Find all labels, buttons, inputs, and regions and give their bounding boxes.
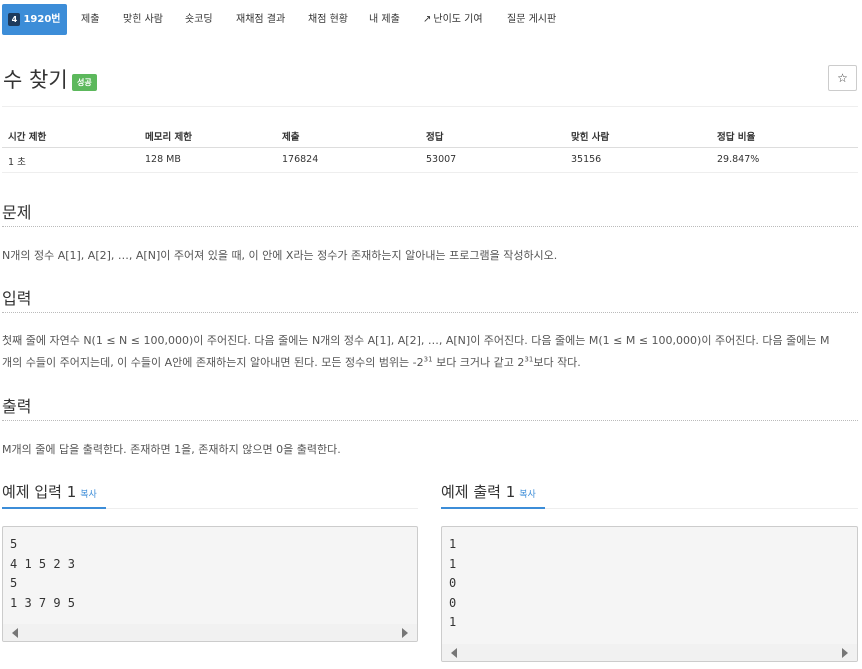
tab-rejudge-result[interactable]: 재채점 결과 bbox=[236, 4, 285, 35]
header-accepted: 정답 bbox=[426, 132, 444, 143]
tab-my-submissions[interactable]: 내 제출 bbox=[369, 4, 400, 35]
copy-sample-output-button[interactable]: 복사 bbox=[519, 490, 536, 500]
sample-input-heading: 예제 입력 1 복사 bbox=[2, 481, 97, 502]
tab-problem-label: 1920번 bbox=[23, 14, 61, 25]
problem-heading-divider bbox=[2, 226, 858, 227]
input-heading-divider bbox=[2, 312, 858, 313]
sample-output-title: 예제 출력 1 bbox=[441, 483, 516, 501]
header-submissions: 제출 bbox=[282, 132, 300, 143]
sample-input-underline bbox=[2, 507, 106, 509]
star-icon: ☆ bbox=[837, 71, 848, 85]
info-table-row: 1 초 128 MB 176824 53007 35156 29.847% bbox=[2, 149, 858, 173]
tab-short-coding[interactable]: 숏코딩 bbox=[185, 4, 213, 35]
header-solved-users: 맞힌 사람 bbox=[571, 132, 610, 143]
sample-input-line: 1 3 7 9 5 bbox=[10, 595, 76, 610]
sample-output-line: 0 bbox=[449, 595, 457, 610]
copy-sample-input-button[interactable]: 복사 bbox=[80, 490, 97, 500]
tab-question-board-label: 질문 게시판 bbox=[507, 14, 557, 25]
sample-input-title: 예제 입력 1 bbox=[2, 483, 77, 501]
sample-input-line: 5 bbox=[10, 537, 18, 551]
input-description-line2a: 개의 수들이 주어지는데, 이 수들이 A안에 존재하는지 알아내면 된다. 모… bbox=[2, 356, 424, 369]
tab-difficulty-contribution-label: 난이도 기여 bbox=[433, 14, 483, 25]
title-divider bbox=[2, 106, 858, 107]
output-description: M개의 줄에 답을 출력한다. 존재하면 1을, 존재하지 않으면 0을 출력한… bbox=[2, 443, 341, 456]
sample-output-line: 0 bbox=[449, 576, 457, 590]
tab-problem[interactable]: 4 1920번 bbox=[2, 4, 67, 35]
tab-my-submissions-label: 내 제출 bbox=[369, 14, 400, 25]
sample-input-box[interactable]: 5 4 1 5 2 3 5 1 3 7 9 5 bbox=[2, 526, 418, 642]
sample-input-content: 5 4 1 5 2 3 5 1 3 7 9 5 bbox=[10, 535, 75, 613]
output-heading-divider bbox=[2, 420, 858, 421]
tab-submit-label: 제출 bbox=[81, 14, 100, 25]
sample-input-scrollbar[interactable] bbox=[3, 624, 417, 641]
input-description: 첫째 줄에 자연수 N(1 ≤ N ≤ 100,000)이 주어진다. 다음 줄… bbox=[2, 330, 858, 374]
sample-input-line: 5 bbox=[10, 576, 18, 590]
scroll-left-arrow-icon[interactable] bbox=[451, 648, 457, 658]
sample-output-line: 1 bbox=[449, 556, 457, 571]
problem-tabs: 4 1920번 제출 맞힌 사람 숏코딩 재채점 결과 채점 현황 내 제출 ↗ 난… bbox=[0, 0, 862, 36]
tier-badge: 4 bbox=[8, 12, 21, 26]
star-button[interactable]: ☆ bbox=[828, 65, 857, 91]
input-description-line2c: 보다 작다. bbox=[533, 356, 581, 369]
sample-output-box[interactable]: 1 1 0 0 1 bbox=[441, 526, 858, 662]
input-exponent-1: 31 bbox=[423, 355, 433, 364]
header-time-limit: 시간 제한 bbox=[8, 132, 47, 143]
status-badge: 성공 bbox=[72, 74, 97, 91]
value-submissions: 176824 bbox=[282, 154, 319, 165]
tab-solved-users-label: 맞힌 사람 bbox=[123, 14, 163, 25]
value-memory-limit: 128 MB bbox=[145, 154, 181, 165]
input-description-line1: 첫째 줄에 자연수 N(1 ≤ N ≤ 100,000)이 주어진다. 다음 줄… bbox=[2, 334, 830, 347]
problem-heading: 문제 bbox=[2, 203, 32, 222]
tab-question-board[interactable]: 질문 게시판 bbox=[507, 4, 556, 35]
sample-output-heading: 예제 출력 1 복사 bbox=[441, 481, 536, 502]
tab-rejudge-result-label: 재채점 결과 bbox=[236, 14, 286, 25]
tab-solved-users[interactable]: 맞힌 사람 bbox=[123, 4, 163, 35]
header-accuracy: 정답 비율 bbox=[717, 132, 756, 143]
value-time-limit: 1 초 bbox=[8, 157, 26, 168]
info-table-header: 시간 제한 메모리 제한 제출 정답 맞힌 사람 정답 비율 bbox=[2, 124, 858, 148]
tab-submit[interactable]: 제출 bbox=[81, 4, 99, 35]
problem-title: 수 찾기 bbox=[3, 68, 68, 92]
value-accuracy: 29.847% bbox=[717, 154, 760, 165]
tab-short-coding-label: 숏코딩 bbox=[185, 14, 213, 25]
tab-difficulty-contribution[interactable]: ↗ 난이도 기여 bbox=[423, 4, 483, 35]
input-heading: 입력 bbox=[2, 289, 32, 308]
value-accepted: 53007 bbox=[426, 154, 457, 165]
sample-input-line: 4 1 5 2 3 bbox=[10, 556, 76, 571]
tab-judge-status-label: 채점 현황 bbox=[308, 14, 348, 25]
sample-output-scrollbar[interactable] bbox=[442, 644, 857, 661]
sample-output-content: 1 1 0 0 1 bbox=[449, 535, 456, 633]
scroll-right-arrow-icon[interactable] bbox=[842, 648, 848, 658]
problem-description: N개의 정수 A[1], A[2], …, A[N]이 주어져 있을 때, 이 … bbox=[2, 249, 558, 262]
sample-output-line: 1 bbox=[449, 537, 457, 551]
output-heading: 출력 bbox=[2, 397, 32, 416]
header-memory-limit: 메모리 제한 bbox=[145, 132, 193, 143]
value-solved-users: 35156 bbox=[571, 154, 602, 165]
sample-output-line: 1 bbox=[449, 615, 457, 629]
scroll-left-arrow-icon[interactable] bbox=[12, 628, 18, 638]
scroll-right-arrow-icon[interactable] bbox=[402, 628, 408, 638]
input-description-line2b: 보다 크거나 같고 2 bbox=[432, 356, 525, 369]
input-exponent-2: 31 bbox=[524, 355, 534, 364]
tab-judge-status[interactable]: 채점 현황 bbox=[308, 4, 348, 35]
external-link-icon: ↗ bbox=[423, 14, 432, 25]
sample-output-underline bbox=[441, 507, 545, 509]
